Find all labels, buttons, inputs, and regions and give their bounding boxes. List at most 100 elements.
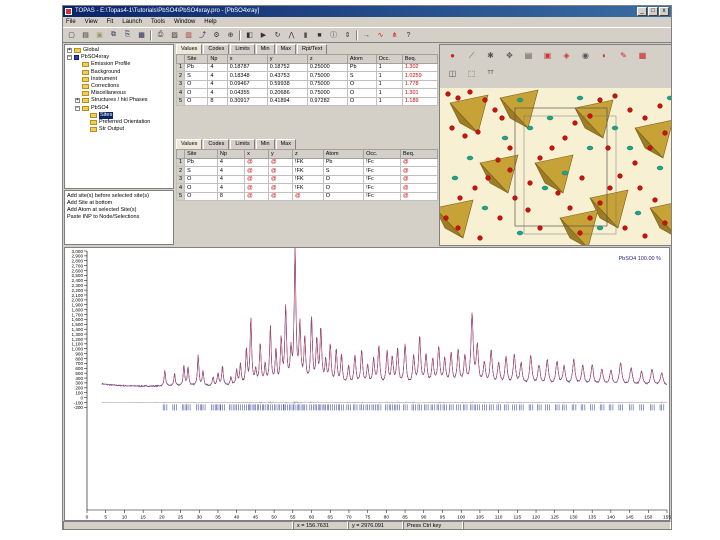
tab-max[interactable]: Max: [275, 139, 296, 149]
table-cell[interactable]: @: [268, 157, 293, 167]
tree-item[interactable]: Miscellaneous: [67, 90, 171, 97]
table-cell[interactable]: 0.30917: [226, 96, 268, 106]
table-cell[interactable]: S: [184, 166, 218, 176]
menu-item-file[interactable]: File: [66, 19, 76, 25]
tree-item[interactable]: + Global: [67, 47, 171, 54]
table-row[interactable]: 3 O 4 0.09467 0.59938 0.75000 O 1 1.778: [175, 79, 439, 89]
table-cell[interactable]: 0.75000: [306, 79, 348, 89]
help-icon[interactable]: ?: [403, 30, 414, 41]
crystal-structure-view[interactable]: [440, 88, 671, 245]
tree-item[interactable]: Str Output: [67, 126, 171, 133]
table-cell[interactable]: 0.59938: [266, 79, 308, 89]
column-header[interactable]: y: [266, 54, 308, 64]
table-row[interactable]: 5 O 8 @ @ @ O !Fc @: [175, 191, 439, 201]
phase-legend[interactable]: PbSO4 100.00 %: [618, 256, 661, 262]
table-cell[interactable]: @: [268, 174, 293, 184]
tab-rpt-text[interactable]: Rpt/Text: [296, 44, 328, 54]
paste-icon[interactable]: ⎘: [122, 30, 133, 41]
table-cell[interactable]: 1: [375, 79, 403, 89]
tree-item[interactable]: − PbSO4xray: [67, 54, 171, 61]
table-cell[interactable]: 0.20686: [266, 88, 308, 98]
table-cell[interactable]: 1: [375, 88, 403, 98]
site-codes-table[interactable]: Site Np x y z Atom Occ. Beq. 1 Pb 4 @ @ !FK Pb !Fc @2 S 4 @…: [175, 149, 439, 201]
table-cell[interactable]: O: [184, 183, 218, 193]
menu-item-fit[interactable]: Fit: [107, 19, 114, 25]
tree-item[interactable]: Preferred Orientation: [67, 119, 171, 126]
table-cell[interactable]: O: [184, 88, 209, 98]
table-cell[interactable]: @: [399, 174, 439, 184]
table-cell[interactable]: 0.75000: [306, 71, 348, 81]
table-cell[interactable]: @: [268, 183, 293, 193]
context-menu-item[interactable]: Add Site at bottom: [67, 200, 171, 207]
column-header[interactable]: Site: [184, 149, 218, 159]
color-icon[interactable]: ◐: [598, 49, 611, 62]
tab-min[interactable]: Min: [255, 44, 275, 54]
column-header[interactable]: Atom: [346, 54, 377, 64]
print-icon[interactable]: ⎙: [155, 30, 166, 41]
settings-icon[interactable]: ⚙: [211, 30, 222, 41]
column-header[interactable]: Beq.: [401, 54, 439, 64]
column-header[interactable]: Np: [216, 149, 246, 159]
table-cell[interactable]: O: [322, 191, 365, 201]
layers-icon[interactable]: ▤: [522, 49, 535, 62]
table-cell[interactable]: 0.97282: [306, 96, 348, 106]
tab-values[interactable]: Values: [176, 139, 203, 149]
table-cell[interactable]: 0.41894: [266, 96, 308, 106]
tree-item[interactable]: Corrections: [67, 83, 171, 90]
table-cell[interactable]: @: [292, 191, 324, 201]
table-cell[interactable]: 0.09467: [226, 79, 268, 89]
arrow-icon[interactable]: →: [361, 30, 372, 41]
stop-icon[interactable]: ■: [314, 30, 325, 41]
table-cell[interactable]: 1: [375, 62, 403, 72]
table-cell[interactable]: Pb: [184, 157, 218, 167]
table-cell[interactable]: O: [346, 79, 377, 89]
table-row[interactable]: 4 O 4 0.04355 0.20686 0.75000 O 1 1.301: [175, 88, 439, 98]
column-header[interactable]: x: [226, 54, 268, 64]
table-cell[interactable]: 4: [207, 62, 228, 72]
menu-item-launch[interactable]: Launch: [122, 19, 142, 25]
column-header[interactable]: Beq.: [399, 149, 439, 159]
table-cell[interactable]: !FK: [292, 166, 324, 176]
collapse-icon[interactable]: −: [67, 55, 72, 61]
table-cell[interactable]: @: [399, 191, 439, 201]
open-icon[interactable]: ▤: [80, 30, 91, 41]
table-cell[interactable]: 0.43753: [266, 71, 308, 81]
table-row[interactable]: 4 O 4 @ @ !FK O !Fc @: [175, 183, 439, 193]
context-menu-item[interactable]: Paste INP to Node/Selections: [67, 214, 171, 221]
sphere-icon[interactable]: ◉: [579, 49, 592, 62]
table-cell[interactable]: S: [322, 166, 365, 176]
table-cell[interactable]: !Fc: [363, 157, 401, 167]
diffraction-plot[interactable]: 3,000 2,900 2,800 2,700 2,600 2,500 2,400 2,300…: [64, 243, 671, 521]
table-cell[interactable]: 8: [216, 191, 246, 201]
table-row[interactable]: 1 Pb 4 @ @ !FK Pb !Fc @: [175, 157, 439, 167]
select-icon[interactable]: ⬚: [465, 67, 478, 80]
fit-icon[interactable]: ▨: [169, 30, 180, 41]
table-cell[interactable]: !Fc: [363, 174, 401, 184]
tab-max[interactable]: Max: [275, 44, 296, 54]
save-icon[interactable]: ▦: [136, 30, 147, 41]
table-cell[interactable]: Pb: [346, 62, 377, 72]
column-header[interactable]: Occ.: [375, 54, 403, 64]
table-cell[interactable]: 4: [207, 88, 228, 98]
table-cell[interactable]: @: [244, 183, 270, 193]
table-row[interactable]: 2 S 4 0.18348 0.43753 0.75000 S 1 1.0259: [175, 71, 439, 81]
table-cell[interactable]: 1.0259: [401, 71, 439, 81]
table-cell[interactable]: O: [184, 174, 218, 184]
expand-icon[interactable]: +: [75, 98, 80, 104]
tab-limits[interactable]: Limits: [230, 44, 255, 54]
menu-item-view[interactable]: View: [85, 19, 98, 25]
table-cell[interactable]: O: [184, 96, 209, 106]
menu-item-help[interactable]: Help: [204, 19, 216, 25]
table-cell[interactable]: !FK: [292, 157, 324, 167]
minimize-button[interactable]: _: [637, 7, 647, 16]
tree-item[interactable]: + Structures / hkl Phases: [67, 97, 171, 104]
table-cell[interactable]: 0.75000: [306, 88, 348, 98]
tree-item[interactable]: Instrument: [67, 76, 171, 83]
table-cell[interactable]: Pb: [184, 62, 209, 72]
wave-icon[interactable]: ∿: [375, 30, 386, 41]
close-button[interactable]: x: [659, 7, 669, 16]
peak-icon[interactable]: ⋀: [286, 30, 297, 41]
table-cell[interactable]: O: [184, 79, 209, 89]
table-cell[interactable]: @: [268, 166, 293, 176]
column-header[interactable]: [175, 149, 186, 159]
